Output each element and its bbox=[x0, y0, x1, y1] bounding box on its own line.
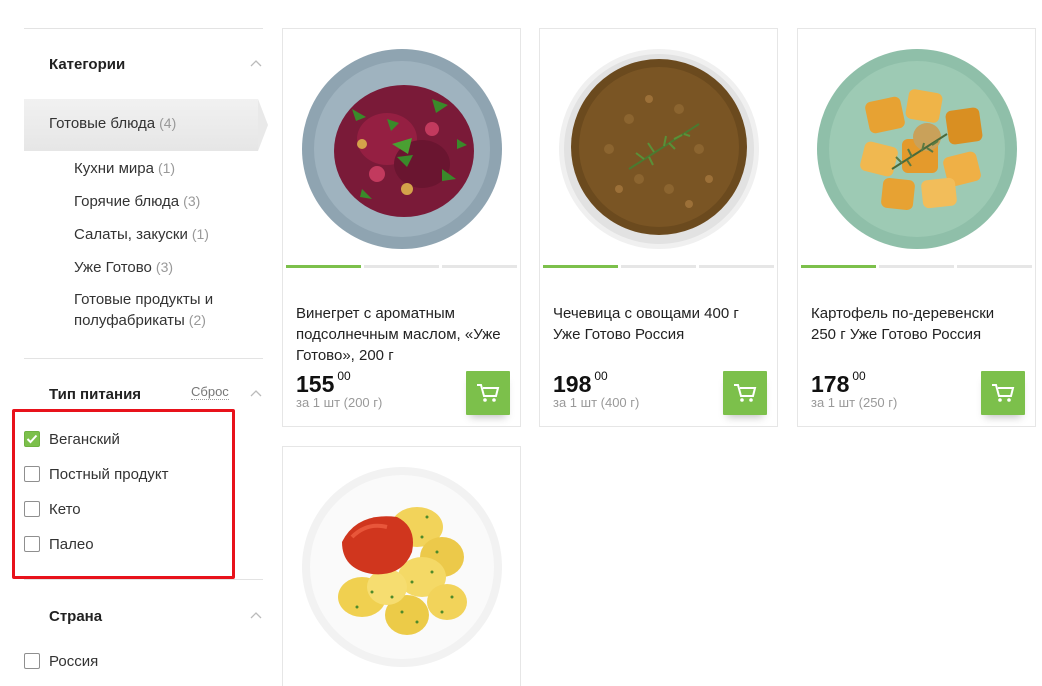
subcategory-item[interactable]: Уже Готово (3) bbox=[74, 257, 264, 278]
image-slider-indicator bbox=[286, 265, 517, 268]
diet-reset-link[interactable]: Сброс bbox=[191, 384, 229, 400]
diet-title: Тип питания bbox=[49, 386, 142, 403]
category-count: (4) bbox=[159, 115, 177, 131]
subcategory-item[interactable]: Горячие блюда (3) bbox=[74, 191, 264, 212]
product-title[interactable]: Чечевица с овощами 400 г Уже Готово Росс… bbox=[553, 303, 765, 345]
add-to-cart-button[interactable] bbox=[723, 371, 767, 415]
checkbox-checked[interactable] bbox=[24, 431, 40, 447]
subcategory-label: Салаты, закуски bbox=[74, 226, 188, 243]
product-card[interactable]: Картофель по-деревенски 250 г Уже Готово… bbox=[797, 28, 1036, 427]
subcategory-item[interactable]: Кухни мира (1) bbox=[74, 158, 264, 179]
check-icon bbox=[26, 434, 38, 444]
subcategory-count: (3) bbox=[183, 193, 201, 209]
subcategory-label: Уже Готово bbox=[74, 259, 152, 276]
diet-option-lenten[interactable]: Постный продукт bbox=[24, 464, 168, 484]
product-card[interactable]: Винегрет с ароматным подсолнечным маслом… bbox=[282, 28, 521, 427]
product-image-boiled-potatoes[interactable] bbox=[283, 457, 520, 677]
subcategory-label: Кухни мира bbox=[74, 160, 154, 177]
diet-option-paleo[interactable]: Палео bbox=[24, 534, 94, 554]
add-to-cart-button[interactable] bbox=[466, 371, 510, 415]
diet-option-label: Веганский bbox=[49, 430, 120, 448]
diet-option-label: Кето bbox=[49, 500, 81, 518]
checkbox[interactable] bbox=[24, 653, 40, 669]
category-active-ready-meals[interactable]: Готовые блюда (4) bbox=[24, 99, 268, 151]
subcategory-count: (1) bbox=[157, 160, 176, 176]
product-price: 155 00 bbox=[296, 369, 351, 397]
diet-option-vegan[interactable]: Веганский bbox=[24, 429, 120, 449]
category-label: Готовые блюда bbox=[49, 115, 156, 132]
product-card[interactable] bbox=[282, 446, 521, 686]
subcategory-count: (1) bbox=[191, 226, 209, 242]
image-slider-indicator bbox=[543, 265, 774, 268]
subcategory-list: Кухни мира (1) Горячие блюда (3) Салаты, з… bbox=[74, 158, 264, 343]
add-to-cart-button[interactable] bbox=[981, 371, 1025, 415]
country-title: Страна bbox=[49, 608, 103, 625]
subcategory-item[interactable]: Салаты, закуски (1) bbox=[74, 224, 264, 245]
divider bbox=[24, 28, 263, 29]
chevron-up-icon[interactable] bbox=[250, 59, 262, 71]
product-title[interactable]: Картофель по-деревенски 250 г Уже Готово… bbox=[811, 303, 1023, 345]
product-price: 198 00 bbox=[553, 369, 608, 397]
subcategory-count: (2) bbox=[188, 312, 206, 328]
divider bbox=[24, 358, 263, 359]
product-image-vinegret[interactable] bbox=[283, 39, 520, 259]
diet-option-label: Палео bbox=[49, 535, 94, 553]
chevron-up-icon[interactable] bbox=[250, 611, 262, 623]
product-unit: за 1 шт (250 г) bbox=[811, 395, 898, 410]
product-card[interactable]: Чечевица с овощами 400 г Уже Готово Росс… bbox=[539, 28, 778, 427]
subcategory-label: Горячие блюда bbox=[74, 193, 180, 210]
product-title[interactable]: Винегрет с ароматным подсолнечным маслом… bbox=[296, 303, 508, 366]
cart-icon bbox=[734, 384, 757, 402]
image-slider-indicator bbox=[801, 265, 1032, 268]
categories-title: Категории bbox=[49, 56, 126, 73]
country-option-russia[interactable]: Россия bbox=[24, 651, 98, 671]
cart-icon bbox=[477, 384, 500, 402]
filters-sidebar: Категории Готовые блюда (4) Кухни мира (1)… bbox=[12, 0, 268, 686]
chevron-up-icon[interactable] bbox=[250, 389, 262, 401]
diet-option-keto[interactable]: Кето bbox=[24, 499, 81, 519]
diet-option-label: Постный продукт bbox=[49, 465, 169, 483]
checkbox[interactable] bbox=[24, 501, 40, 517]
subcategory-item[interactable]: Готовые продукты и полуфабрикаты (2) bbox=[74, 290, 264, 331]
product-price: 178 00 bbox=[811, 369, 866, 397]
product-image-potatoes[interactable] bbox=[798, 39, 1035, 259]
product-image-lentils[interactable] bbox=[540, 39, 777, 259]
checkbox[interactable] bbox=[24, 536, 40, 552]
divider bbox=[24, 579, 263, 580]
checkbox[interactable] bbox=[24, 466, 40, 482]
country-option-label: Россия bbox=[49, 652, 99, 670]
cart-icon bbox=[992, 384, 1015, 402]
product-unit: за 1 шт (200 г) bbox=[296, 395, 383, 410]
product-unit: за 1 шт (400 г) bbox=[553, 395, 640, 410]
subcategory-count: (3) bbox=[155, 259, 174, 275]
